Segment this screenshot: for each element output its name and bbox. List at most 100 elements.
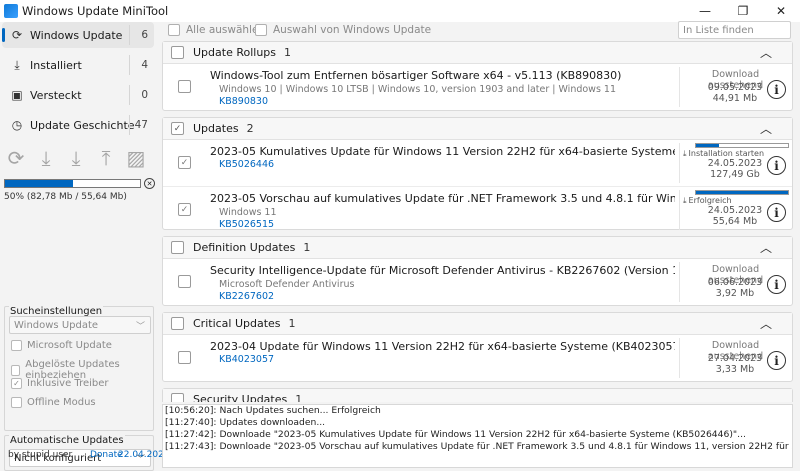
kb-link[interactable]: KB2267602 bbox=[219, 291, 274, 302]
download-progress-bar bbox=[4, 179, 141, 188]
group-checkbox[interactable] bbox=[171, 241, 184, 254]
checkbox-checked[interactable]: ✓ bbox=[11, 378, 22, 389]
group-checkbox-checked[interactable]: ✓ bbox=[171, 122, 184, 135]
minimize-icon[interactable]: — bbox=[686, 0, 724, 22]
group-critical-updates: Critical Updates 1 ︿ 2023-04 Update für … bbox=[162, 312, 793, 382]
option-microsoft-update[interactable]: Microsoft Update bbox=[11, 340, 112, 351]
update-products: Windows 11 bbox=[219, 207, 277, 218]
action-toolbar: ⟳ ⤓ ⤓ ⤒ ▨ bbox=[4, 146, 154, 172]
update-title: Security Intelligence-Update für Microso… bbox=[210, 264, 675, 277]
progress-fill bbox=[5, 180, 73, 187]
group-update-rollups: Update Rollups 1 ︿ Windows-Tool zum Entf… bbox=[162, 41, 793, 111]
divider bbox=[679, 262, 680, 302]
row-checkbox-checked[interactable]: ✓ bbox=[178, 203, 191, 216]
hide-button-icon[interactable]: ▨ bbox=[124, 146, 148, 170]
select-all-checkbox[interactable]: Alle auswählen bbox=[168, 24, 265, 36]
checkbox[interactable] bbox=[11, 340, 22, 351]
group-checkbox[interactable] bbox=[171, 46, 184, 59]
divider bbox=[129, 55, 130, 75]
info-icon[interactable]: i bbox=[767, 203, 786, 222]
checkbox[interactable] bbox=[168, 24, 180, 36]
row-checkbox[interactable] bbox=[178, 80, 191, 93]
info-icon[interactable]: i bbox=[767, 351, 786, 370]
group-header[interactable]: ✓ Updates 2 ︿ bbox=[163, 118, 792, 140]
checkbox[interactable] bbox=[11, 364, 21, 376]
divider bbox=[679, 143, 680, 183]
group-checkbox[interactable] bbox=[171, 393, 184, 402]
select-all-label: Alle auswählen bbox=[186, 24, 266, 36]
row-checkbox[interactable] bbox=[178, 351, 191, 364]
scrollbar[interactable] bbox=[794, 41, 800, 468]
kb-link[interactable]: KB5026515 bbox=[219, 219, 274, 230]
update-list: Update Rollups 1 ︿ Windows-Tool zum Entf… bbox=[162, 41, 793, 402]
update-row[interactable]: Windows-Tool zum Entfernen bösartiger So… bbox=[163, 64, 792, 110]
kb-link[interactable]: KB5026446 bbox=[219, 159, 274, 170]
sidebar-item-versteckt[interactable]: ▣ Versteckt 0 bbox=[2, 82, 154, 108]
cancel-progress-icon[interactable]: ✕ bbox=[144, 178, 155, 189]
info-icon[interactable]: i bbox=[767, 275, 786, 294]
update-row[interactable]: Security Intelligence-Update für Microso… bbox=[163, 259, 792, 305]
group-count: 1 bbox=[295, 393, 303, 402]
update-title: Windows-Tool zum Entfernen bösartiger So… bbox=[210, 69, 622, 82]
window-controls: — ❐ ✕ bbox=[686, 0, 800, 22]
checkbox[interactable] bbox=[255, 24, 267, 36]
info-icon[interactable]: i bbox=[767, 80, 786, 99]
checkbox[interactable] bbox=[11, 397, 22, 408]
kb-link[interactable]: KB4023057 bbox=[219, 354, 274, 365]
group-header[interactable]: Definition Updates 1 ︿ bbox=[163, 237, 792, 259]
sidebar-item-label: Versteckt bbox=[30, 88, 82, 102]
option-include-drivers[interactable]: ✓ Inklusive Treiber bbox=[11, 378, 109, 389]
group-header[interactable]: Critical Updates 1 ︿ bbox=[163, 313, 792, 335]
update-source-select[interactable]: Windows Update ﹀ bbox=[9, 316, 151, 334]
info-icon[interactable]: i bbox=[767, 156, 786, 175]
download-icon: ⤓ bbox=[683, 149, 687, 158]
chevron-down-icon: ﹀ bbox=[135, 321, 145, 332]
divider bbox=[679, 67, 680, 107]
log-line: [10:56:20]: Nach Updates suchen... Erfol… bbox=[165, 405, 381, 416]
group-checkbox[interactable] bbox=[171, 317, 184, 330]
update-row[interactable]: ✓ 2023-05 Kumulatives Update für Windows… bbox=[163, 140, 792, 186]
kb-link[interactable]: KB890830 bbox=[219, 96, 268, 107]
sidebar-item-installiert[interactable]: ⤓ Installiert 4 bbox=[2, 52, 154, 78]
option-offline-mode[interactable]: Offline Modus bbox=[11, 397, 96, 408]
row-checkbox[interactable] bbox=[178, 275, 191, 288]
download-icon: ⤓ bbox=[14, 57, 20, 72]
download-icon: ⤓ bbox=[683, 196, 687, 205]
auto-updates-title: Automatische Updates bbox=[9, 435, 125, 446]
group-title: Critical Updates bbox=[193, 317, 281, 330]
maximize-icon[interactable]: ❐ bbox=[724, 0, 762, 22]
chevron-up-icon[interactable]: ︿ bbox=[760, 44, 772, 61]
refresh-button-icon[interactable]: ⟳ bbox=[4, 146, 28, 170]
group-updates: ✓ Updates 2 ︿ ✓ 2023-05 Kumulatives Upda… bbox=[162, 117, 793, 230]
divider bbox=[129, 115, 130, 135]
install-progress-bar bbox=[695, 143, 789, 148]
select-from-wu-checkbox[interactable]: Auswahl von Windows Update bbox=[255, 24, 431, 36]
divider bbox=[129, 25, 130, 45]
sidebar-item-label: Windows Update bbox=[30, 28, 123, 42]
update-row[interactable]: 2023-04 Update für Windows 11 Version 22… bbox=[163, 335, 792, 381]
sidebar-item-update-geschichte[interactable]: ◷ Update Geschichte 47 bbox=[2, 112, 154, 138]
group-header[interactable]: Update Rollups 1 ︿ bbox=[163, 42, 792, 64]
chevron-up-icon[interactable]: ︿ bbox=[760, 239, 772, 256]
chevron-up-icon[interactable]: ︿ bbox=[760, 120, 772, 137]
group-title: Update Rollups bbox=[193, 46, 277, 59]
download-button-icon[interactable]: ⤓ bbox=[34, 146, 58, 170]
install-button-icon[interactable]: ⤓ bbox=[64, 146, 88, 170]
update-row[interactable]: ✓ 2023-05 Vorschau auf kumulatives Updat… bbox=[163, 186, 792, 232]
search-input[interactable]: In Liste finden bbox=[678, 21, 791, 39]
log-line: [11:27:43]: Downloade "2023-05 Vorschau … bbox=[165, 441, 792, 452]
divider bbox=[679, 338, 680, 378]
select-from-wu-label: Auswahl von Windows Update bbox=[273, 24, 432, 36]
sidebar: ⟳ Windows Update 6 ⤓ Installiert 4 ▣ Ver… bbox=[0, 22, 170, 471]
refresh-icon: ⟳ bbox=[11, 28, 23, 42]
update-source-value: Windows Update bbox=[14, 319, 99, 331]
group-title: Updates bbox=[193, 122, 239, 135]
chevron-up-icon[interactable]: ︿ bbox=[760, 315, 772, 332]
close-icon[interactable]: ✕ bbox=[762, 0, 800, 22]
uninstall-button-icon[interactable]: ⤒ bbox=[94, 146, 118, 170]
row-checkbox-checked[interactable]: ✓ bbox=[178, 156, 191, 169]
update-title: 2023-04 Update für Windows 11 Version 22… bbox=[210, 340, 675, 353]
progress-fill bbox=[696, 144, 719, 147]
sidebar-item-windows-update[interactable]: ⟳ Windows Update 6 bbox=[2, 22, 154, 48]
group-header[interactable]: Security Updates 1 bbox=[163, 389, 792, 402]
